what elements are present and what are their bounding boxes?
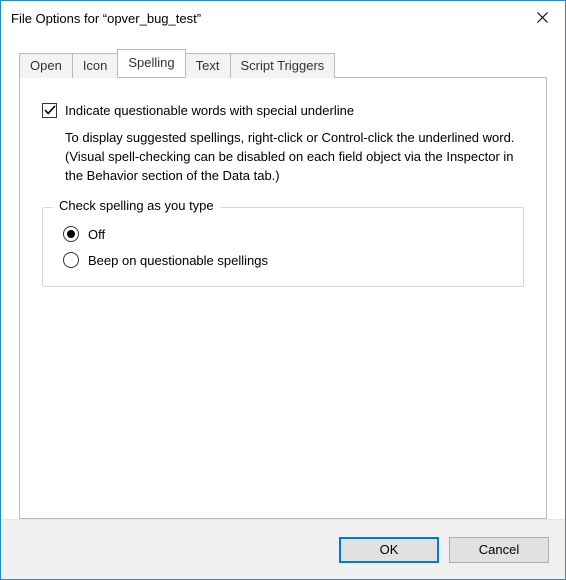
radio-beep-label: Beep on questionable spellings	[88, 253, 268, 268]
radio-off-row[interactable]: Off	[63, 226, 507, 242]
checkmark-icon	[44, 105, 56, 116]
indicate-checkbox-row[interactable]: Indicate questionable words with special…	[42, 102, 524, 120]
radio-off[interactable]	[63, 226, 79, 242]
dialog-footer: OK Cancel	[1, 519, 565, 579]
radio-off-label: Off	[88, 227, 105, 242]
window-title: File Options for “opver_bug_test”	[11, 11, 519, 26]
group-legend: Check spelling as you type	[53, 198, 220, 213]
tab-text[interactable]: Text	[185, 53, 231, 78]
titlebar: File Options for “opver_bug_test”	[1, 1, 565, 35]
tab-open[interactable]: Open	[19, 53, 73, 78]
close-icon	[537, 11, 548, 26]
radio-beep-row[interactable]: Beep on questionable spellings	[63, 252, 507, 268]
radio-beep[interactable]	[63, 252, 79, 268]
tab-panel-spelling: Indicate questionable words with special…	[19, 77, 547, 519]
tab-icon[interactable]: Icon	[72, 53, 119, 78]
cancel-button[interactable]: Cancel	[449, 537, 549, 563]
tab-strip: Open Icon Spelling Text Script Triggers	[19, 49, 547, 77]
dialog-window: File Options for “opver_bug_test” Open I…	[0, 0, 566, 580]
check-as-you-type-group: Check spelling as you type Off Beep on q…	[42, 207, 524, 287]
tab-script-triggers[interactable]: Script Triggers	[230, 53, 336, 78]
client-area: Open Icon Spelling Text Script Triggers …	[1, 35, 565, 519]
indicate-description: To display suggested spellings, right-cl…	[65, 128, 524, 185]
close-button[interactable]	[519, 1, 565, 35]
tab-spelling[interactable]: Spelling	[117, 49, 185, 77]
ok-button[interactable]: OK	[339, 537, 439, 563]
indicate-checkbox-label: Indicate questionable words with special…	[65, 102, 354, 120]
indicate-checkbox[interactable]	[42, 103, 57, 118]
radio-dot-icon	[67, 230, 75, 238]
